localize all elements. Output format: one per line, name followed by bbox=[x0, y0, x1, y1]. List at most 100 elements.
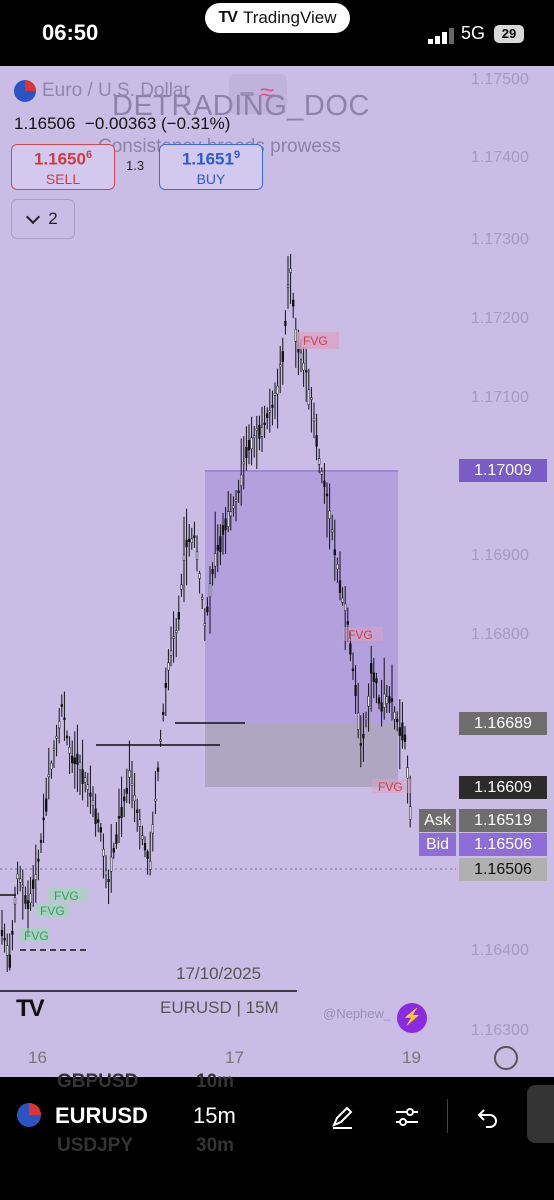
candle-body bbox=[245, 447, 248, 458]
candle-body bbox=[268, 410, 271, 413]
tradingview-logo-icon: TV bbox=[218, 9, 237, 26]
candle-body bbox=[117, 815, 121, 819]
candle-body bbox=[255, 428, 258, 431]
price-summary: 1.16506 −0.00363 (−0.31%) bbox=[14, 114, 230, 134]
candle-body bbox=[284, 320, 287, 327]
candle-body bbox=[370, 662, 373, 674]
last-price: 1.16506 bbox=[14, 114, 76, 133]
fvg-label: FVG bbox=[348, 628, 373, 642]
candle-body bbox=[149, 860, 152, 870]
candle-body bbox=[60, 704, 63, 707]
candle-body bbox=[315, 435, 318, 447]
status-bar: 06:50 TV TradingView 5G 29 bbox=[0, 0, 554, 66]
candle-body bbox=[328, 510, 331, 520]
candle-body bbox=[115, 834, 118, 844]
candle-body bbox=[390, 698, 394, 702]
candle-body bbox=[3, 937, 6, 941]
candle-body bbox=[65, 735, 69, 739]
candle-body bbox=[94, 808, 97, 825]
candle-body bbox=[63, 717, 66, 721]
candle-body bbox=[120, 807, 123, 818]
candle-body bbox=[357, 712, 360, 730]
candle-body bbox=[401, 722, 404, 741]
candle-body bbox=[312, 417, 316, 422]
candle-body bbox=[302, 362, 305, 371]
candle-body bbox=[110, 856, 113, 872]
sell-button[interactable]: 1.16506 SELL bbox=[11, 144, 115, 190]
app-pill[interactable]: TV TradingView bbox=[205, 3, 350, 33]
candle-body bbox=[388, 696, 391, 704]
candle-body bbox=[221, 525, 225, 535]
candle-body bbox=[195, 551, 199, 560]
bottom-toolbar: GBPUSD 10m USDJPY 30m EURUSD 15m bbox=[0, 1071, 554, 1200]
candle-body bbox=[16, 873, 19, 879]
candle-body bbox=[130, 783, 134, 786]
symbol-selector[interactable]: EURUSD bbox=[55, 1103, 148, 1129]
chart-settings-icon[interactable] bbox=[494, 1046, 518, 1070]
candle-body bbox=[47, 774, 50, 778]
candle-body bbox=[393, 711, 396, 720]
candle-body bbox=[91, 799, 95, 806]
fvg-label: FVG bbox=[40, 904, 65, 918]
axis-tick: 1.16900 bbox=[471, 547, 529, 564]
chart-area[interactable]: FVG FVG FVG FVG FVG FVG Euro / U.S. Doll… bbox=[0, 66, 554, 1077]
candle-body bbox=[175, 630, 178, 633]
price-tag-bid: 1.16506 bbox=[459, 833, 547, 856]
candle-body bbox=[211, 569, 214, 575]
candle-body bbox=[385, 696, 388, 704]
candle-body bbox=[50, 762, 53, 770]
indicators-toggle-button[interactable]: 2 bbox=[11, 199, 75, 239]
candle-body bbox=[71, 755, 74, 764]
candle-body bbox=[203, 623, 206, 627]
axis-tick: 1.17500 bbox=[471, 71, 529, 88]
buy-price: 1.1651 bbox=[181, 149, 234, 169]
candle-body bbox=[281, 351, 284, 362]
candle-body bbox=[292, 299, 295, 307]
candle-body bbox=[52, 747, 56, 751]
candle-body bbox=[349, 643, 352, 655]
candle-body bbox=[266, 413, 269, 419]
sell-price-pip: 6 bbox=[85, 149, 93, 161]
candle-body bbox=[250, 437, 253, 450]
axis-tick: 1.16400 bbox=[471, 942, 529, 959]
timeframe-selector[interactable]: 15m bbox=[193, 1103, 236, 1129]
candle-body bbox=[294, 328, 297, 342]
candle-body bbox=[159, 739, 162, 742]
time-tick: 19 bbox=[402, 1048, 421, 1067]
more-tools-tab[interactable] bbox=[527, 1085, 554, 1143]
draw-pen-icon[interactable] bbox=[328, 1103, 356, 1131]
indicators-icon[interactable] bbox=[393, 1103, 421, 1131]
candle-body bbox=[271, 404, 274, 408]
candle-body bbox=[76, 753, 79, 765]
undo-icon[interactable] bbox=[472, 1103, 500, 1131]
candle-body bbox=[406, 767, 409, 779]
candle-body bbox=[198, 573, 201, 579]
app-pill-label: TradingView bbox=[242, 8, 337, 27]
candle-body bbox=[68, 747, 71, 754]
candle-body bbox=[286, 284, 290, 288]
candle-body bbox=[141, 835, 144, 840]
candle-body bbox=[318, 458, 321, 465]
price-chart[interactable]: FVG FVG FVG FVG FVG FVG bbox=[0, 66, 554, 1077]
eurusd-flag-icon bbox=[17, 1103, 41, 1127]
candle-body bbox=[78, 761, 82, 771]
candle-body bbox=[29, 893, 32, 904]
candle-body bbox=[263, 422, 266, 426]
candle-body bbox=[320, 471, 323, 475]
buy-button[interactable]: 1.16519 BUY bbox=[159, 144, 263, 190]
clock: 06:50 bbox=[42, 20, 99, 45]
candle-body bbox=[240, 474, 243, 487]
battery-icon: 29 bbox=[494, 25, 524, 43]
lightning-icon[interactable]: ⚡ bbox=[397, 1003, 427, 1033]
candle-body bbox=[383, 693, 386, 708]
candle-body bbox=[125, 787, 128, 794]
candle-body bbox=[279, 364, 282, 368]
candle-body bbox=[367, 695, 370, 707]
candle-body bbox=[208, 583, 212, 598]
candle-body bbox=[323, 480, 326, 488]
candle-body bbox=[128, 770, 131, 778]
candle-body bbox=[84, 777, 87, 783]
candle-body bbox=[253, 435, 256, 438]
candle-body bbox=[151, 824, 154, 834]
candle-body bbox=[26, 900, 30, 910]
